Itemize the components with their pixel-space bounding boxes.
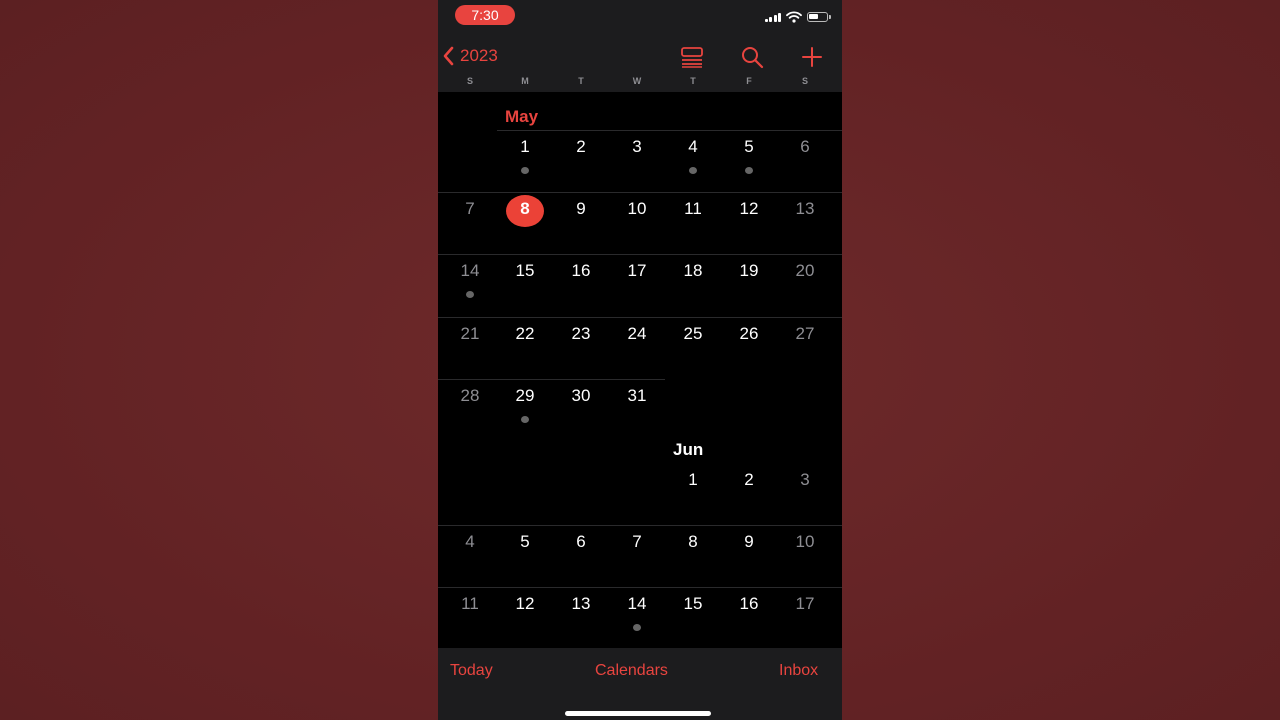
calendar-day[interactable]: 17: [785, 593, 825, 615]
calendar-day[interactable]: 26: [729, 323, 769, 345]
calendar-day[interactable]: 3: [617, 136, 657, 158]
calendar-day[interactable]: 15: [505, 260, 545, 282]
month-label-jun: Jun: [673, 440, 704, 459]
calendar-day[interactable]: 1: [673, 469, 713, 491]
calendar-day[interactable]: 30: [561, 385, 601, 407]
phone-screen: 7:30 2023 S M T W T F S May 1 2 3 4 5 6 …: [438, 0, 842, 720]
list-view-icon: [681, 47, 703, 68]
event-dot: [633, 624, 641, 632]
plus-icon: [802, 47, 822, 67]
calendar-day[interactable]: 10: [617, 198, 657, 220]
event-dot: [521, 167, 529, 174]
week-separator: [438, 316, 842, 318]
calendar-day[interactable]: 9: [729, 531, 769, 553]
weekday-label: T: [578, 76, 584, 86]
calendar-day[interactable]: 16: [729, 593, 769, 615]
weekday-label: S: [801, 76, 808, 86]
weekday-label: F: [746, 76, 752, 86]
calendar-day[interactable]: 28: [450, 385, 490, 407]
calendar-day[interactable]: 22: [505, 323, 545, 345]
calendar-day[interactable]: 6: [561, 531, 601, 553]
calendar-day[interactable]: 12: [505, 593, 545, 615]
calendar-day[interactable]: 25: [673, 323, 713, 345]
inbox-button[interactable]: Inbox: [779, 662, 818, 680]
calendar-day[interactable]: 17: [617, 260, 657, 282]
home-indicator: [565, 711, 711, 716]
calendar-grid: May 1 2 3 4 5 6 7 8 9 10 11 12 13 14 15 16 17 18 19 20 21 22 23…: [438, 92, 842, 648]
week-separator: [438, 587, 842, 589]
back-to-year-button[interactable]: 2023: [442, 44, 498, 68]
calendar-day[interactable]: 7: [617, 531, 657, 553]
wifi-icon: [786, 11, 802, 23]
list-view-button[interactable]: [678, 44, 706, 70]
calendar-day[interactable]: 18: [673, 260, 713, 282]
weekday-label: M: [521, 76, 529, 86]
calendar-day[interactable]: 11: [450, 593, 490, 615]
calendar-day[interactable]: 7: [450, 198, 490, 220]
calendar-day[interactable]: 16: [561, 260, 601, 282]
calendar-day[interactable]: 23: [561, 323, 601, 345]
weekday-label: T: [690, 76, 696, 86]
bottom-toolbar: Today Calendars Inbox: [438, 648, 842, 720]
calendar-day[interactable]: 11: [673, 198, 713, 220]
calendar-day[interactable]: 4: [450, 531, 490, 553]
week-separator: [497, 130, 842, 131]
calendar-day[interactable]: 27: [785, 323, 825, 345]
today-button[interactable]: Today: [450, 662, 493, 680]
calendar-day[interactable]: 1: [505, 136, 545, 158]
week-separator: [438, 525, 842, 526]
weekday-label: W: [632, 76, 642, 86]
calendar-day[interactable]: 19: [729, 260, 769, 282]
month-label-may: May: [505, 107, 539, 126]
chevron-left-icon: [443, 46, 454, 66]
calendar-day[interactable]: 10: [785, 531, 825, 553]
calendar-day[interactable]: 8: [505, 198, 545, 220]
status-time: 7:30: [455, 5, 515, 25]
status-icons: [764, 10, 831, 24]
calendar-day[interactable]: 14: [450, 260, 490, 282]
search-icon: [742, 47, 764, 69]
back-year-label: 2023: [460, 46, 498, 65]
weekday-label: S: [466, 76, 473, 86]
calendar-day[interactable]: 12: [729, 198, 769, 220]
weekday-header: SMTWTFS: [438, 76, 842, 90]
calendar-day[interactable]: 20: [785, 260, 825, 282]
event-dot: [689, 167, 697, 174]
calendar-day[interactable]: 13: [785, 198, 825, 220]
week-separator: [438, 378, 665, 380]
calendar-day[interactable]: 31: [617, 385, 657, 407]
week-separator: [438, 254, 842, 256]
calendar-day[interactable]: 5: [729, 136, 769, 158]
calendars-button[interactable]: Calendars: [595, 662, 668, 680]
add-event-button[interactable]: [798, 44, 826, 70]
calendar-day[interactable]: 3: [785, 469, 825, 491]
signal-icon: [764, 12, 781, 22]
calendar-day[interactable]: 2: [561, 136, 601, 158]
calendar-day[interactable]: 8: [673, 531, 713, 553]
calendar-day[interactable]: 13: [561, 593, 601, 615]
calendar-day[interactable]: 2: [729, 469, 769, 491]
calendar-day[interactable]: 15: [673, 593, 713, 615]
event-dot: [745, 167, 753, 174]
event-dot: [521, 415, 529, 423]
calendar-day[interactable]: 5: [505, 531, 545, 553]
battery-icon: [807, 12, 831, 22]
calendar-day[interactable]: 29: [505, 385, 545, 407]
calendar-day[interactable]: 24: [617, 323, 657, 345]
calendar-day[interactable]: 4: [673, 136, 713, 158]
week-separator: [438, 192, 842, 194]
calendar-day[interactable]: 21: [450, 323, 490, 345]
search-button[interactable]: [738, 44, 766, 70]
event-dot: [466, 291, 474, 299]
top-bar: 7:30 2023 S M T W T F S: [438, 0, 842, 92]
calendar-day[interactable]: 9: [561, 198, 601, 220]
calendar-day[interactable]: 6: [785, 136, 825, 158]
calendar-day[interactable]: 14: [617, 593, 657, 615]
